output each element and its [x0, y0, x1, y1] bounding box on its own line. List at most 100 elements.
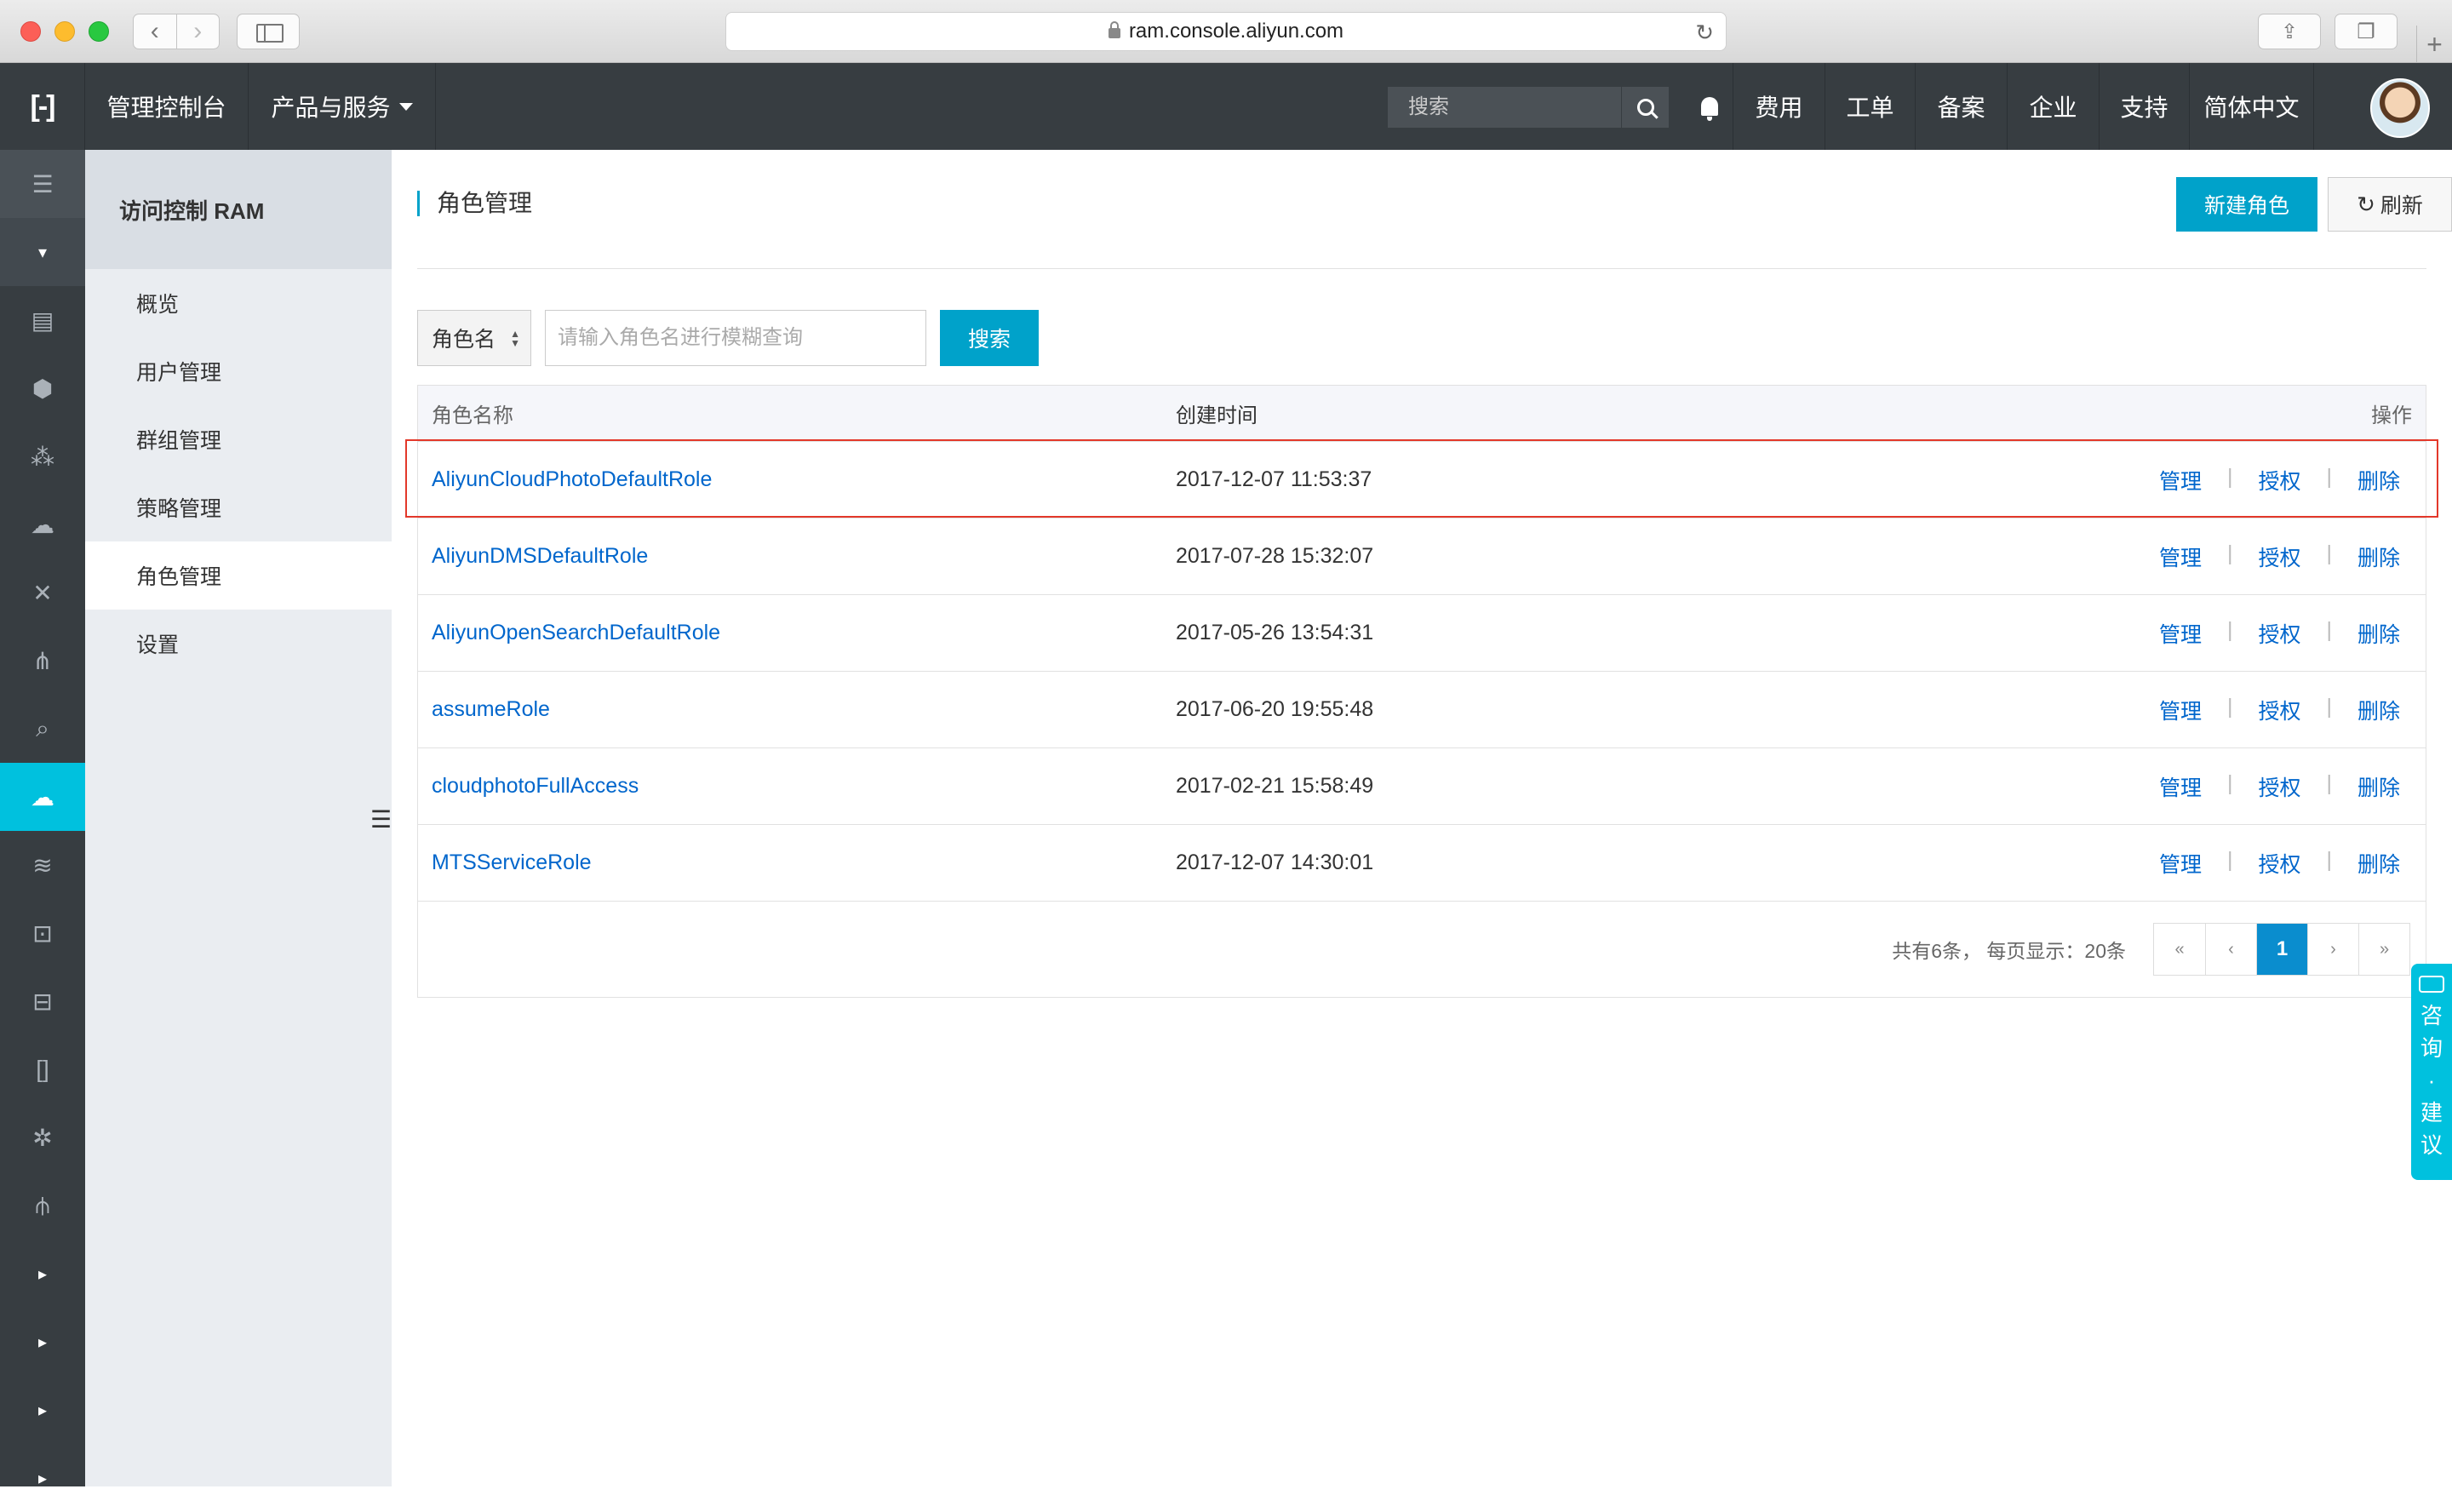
new-role-button[interactable]: 新建角色 — [2176, 177, 2317, 232]
manage-link[interactable]: 管理 — [2159, 771, 2202, 802]
header-role-name: 角色名称 — [432, 404, 513, 427]
ops-cell: 管理 | 授权 | 删除 — [1942, 541, 2426, 572]
ticket-link[interactable]: 工单 — [1825, 63, 1916, 150]
aliyun-logo-icon[interactable]: [-] — [0, 63, 85, 150]
server-icon[interactable]: ▤ — [0, 286, 85, 354]
delete-link[interactable]: 删除 — [2357, 618, 2400, 649]
next-page-button[interactable]: › — [2307, 924, 2358, 975]
cross-icon[interactable]: ✕ — [0, 558, 85, 627]
last-page-button[interactable]: » — [2358, 924, 2409, 975]
network-icon[interactable]: ⁂ — [0, 422, 85, 490]
manage-link[interactable]: 管理 — [2159, 695, 2202, 725]
chevron-right-icon[interactable]: ▸ — [0, 1240, 85, 1308]
language-switch[interactable]: 简体中文 — [2190, 63, 2314, 150]
grant-link[interactable]: 授权 — [2258, 618, 2300, 649]
collapse-sidebar-handle[interactable]: ☰ — [368, 776, 393, 862]
manage-link[interactable]: 管理 — [2159, 848, 2202, 879]
top-search-input[interactable] — [1388, 95, 1618, 119]
back-icon[interactable]: ‹ — [134, 14, 176, 49]
search-icon[interactable] — [1621, 87, 1669, 128]
console-link[interactable]: 管理控制台 — [85, 63, 249, 150]
delete-link[interactable]: 删除 — [2357, 848, 2400, 879]
pagination: « ‹ 1 › » — [2153, 923, 2410, 976]
sidebar-item-policies[interactable]: 策略管理 — [85, 473, 392, 541]
chart-icon[interactable]: ⫛ — [0, 1171, 85, 1240]
role-name-link[interactable]: MTSServiceRole — [432, 850, 592, 874]
sidebar-item-overview[interactable]: 概览 — [85, 269, 392, 337]
grant-link[interactable]: 授权 — [2258, 848, 2300, 879]
history-nav: ‹ › — [133, 14, 220, 49]
chevron-right-icon[interactable]: ▸ — [0, 1376, 85, 1444]
cloud-icon[interactable]: ☁ — [0, 763, 85, 831]
filter-field-select[interactable]: 角色名 ▲ ▼ — [417, 310, 531, 366]
ram-icon[interactable]: [] — [0, 1035, 85, 1103]
role-search-input[interactable] — [545, 310, 926, 366]
role-name-link[interactable]: assumeRole — [432, 697, 550, 721]
sidebar-icon[interactable] — [237, 14, 300, 49]
manage-link[interactable]: 管理 — [2159, 618, 2202, 649]
manage-link[interactable]: 管理 — [2159, 465, 2202, 495]
sidebar-item-roles[interactable]: 角色管理 — [85, 541, 392, 610]
address-bar[interactable]: ram.console.aliyun.com ↻ — [725, 12, 1727, 51]
tabs-overview-icon[interactable]: ❐ — [2335, 14, 2398, 49]
chevron-down-icon[interactable]: ▾ — [0, 218, 85, 286]
enterprise-link[interactable]: 企业 — [2008, 63, 2100, 150]
new-tab-icon[interactable]: + — [2416, 26, 2452, 63]
search-button[interactable]: 搜索 — [940, 310, 1039, 366]
chat-icon — [2419, 976, 2444, 993]
fee-link[interactable]: 费用 — [1733, 63, 1825, 150]
grant-link[interactable]: 授权 — [2258, 771, 2300, 802]
refresh-button[interactable]: ↻ 刷新 — [2328, 177, 2452, 232]
close-window-button[interactable] — [20, 21, 41, 42]
role-name-link[interactable]: cloudphotoFullAccess — [432, 774, 639, 798]
support-link[interactable]: 支持 — [2100, 63, 2190, 150]
first-page-button[interactable]: « — [2154, 924, 2205, 975]
bell-icon[interactable] — [1686, 63, 1733, 150]
grant-link[interactable]: 授权 — [2258, 541, 2300, 572]
chevron-right-icon[interactable]: ▸ — [0, 1444, 85, 1512]
feedback-tab[interactable]: 咨 询 · 建 议 — [2411, 964, 2452, 1180]
search-zoom-icon[interactable]: ⌕ — [0, 695, 85, 763]
product-rail: ☰ ▾ ▤ ⬢ ⁂ ☁ ✕ ⋔ ⌕ ☁ ≋ ⊡ ⊟ [] ✲ ⫛ ▸ ▸ ▸ ▸ — [0, 150, 85, 1488]
delete-link[interactable]: 删除 — [2357, 465, 2400, 495]
chevron-right-icon[interactable]: ▸ — [0, 1308, 85, 1376]
prev-page-button[interactable]: ‹ — [2205, 924, 2256, 975]
feedback-char: 询 — [2420, 1035, 2443, 1061]
page-1-button[interactable]: 1 — [2256, 924, 2307, 975]
layers-icon[interactable]: ≋ — [0, 831, 85, 899]
sidebar-item-groups[interactable]: 群组管理 — [85, 405, 392, 473]
delete-link[interactable]: 删除 — [2357, 541, 2400, 572]
record-link[interactable]: 备案 — [1916, 63, 2008, 150]
main-content: 角色管理 新建角色 ↻刷新 角色名 ▲▼ 搜索 角色名称 创建时间 操作 Ali… — [392, 150, 2452, 1486]
zoom-window-button[interactable] — [89, 21, 109, 42]
ops-separator: | — [2226, 694, 2233, 719]
refresh-label: 刷新 — [2380, 194, 2423, 218]
avatar[interactable] — [2370, 78, 2430, 138]
grant-link[interactable]: 授权 — [2258, 695, 2300, 725]
forward-icon[interactable]: › — [175, 14, 220, 49]
chip-icon[interactable]: ⊡ — [0, 899, 85, 967]
grant-link[interactable]: 授权 — [2258, 465, 2300, 495]
cloud-upload-icon[interactable]: ☁ — [0, 490, 85, 558]
manage-link[interactable]: 管理 — [2159, 541, 2202, 572]
database-icon[interactable]: ⬢ — [0, 354, 85, 422]
minimize-window-button[interactable] — [54, 21, 75, 42]
share-icon[interactable]: ⇪ — [2258, 14, 2321, 49]
share-nodes-icon[interactable]: ⋔ — [0, 627, 85, 695]
sidebar-item-settings[interactable]: 设置 — [85, 610, 392, 678]
role-name-link[interactable]: AliyunCloudPhotoDefaultRole — [432, 467, 712, 491]
menu-icon[interactable]: ☰ — [0, 150, 85, 218]
ops-separator: | — [2326, 694, 2332, 719]
url-text: ram.console.aliyun.com — [1128, 20, 1344, 43]
sidebar-item-users[interactable]: 用户管理 — [85, 337, 392, 405]
feedback-char: 议 — [2420, 1132, 2443, 1158]
photo-icon[interactable]: ⊟ — [0, 967, 85, 1035]
delete-link[interactable]: 删除 — [2357, 695, 2400, 725]
reload-icon[interactable]: ↻ — [1695, 20, 1714, 46]
role-name-link[interactable]: AliyunDMSDefaultRole — [432, 544, 648, 568]
molecule-icon[interactable]: ✲ — [0, 1103, 85, 1171]
delete-link[interactable]: 删除 — [2357, 771, 2400, 802]
role-name-link[interactable]: AliyunOpenSearchDefaultRole — [432, 621, 720, 644]
caret-down-icon — [398, 102, 413, 111]
products-menu[interactable]: 产品与服务 — [249, 63, 436, 150]
